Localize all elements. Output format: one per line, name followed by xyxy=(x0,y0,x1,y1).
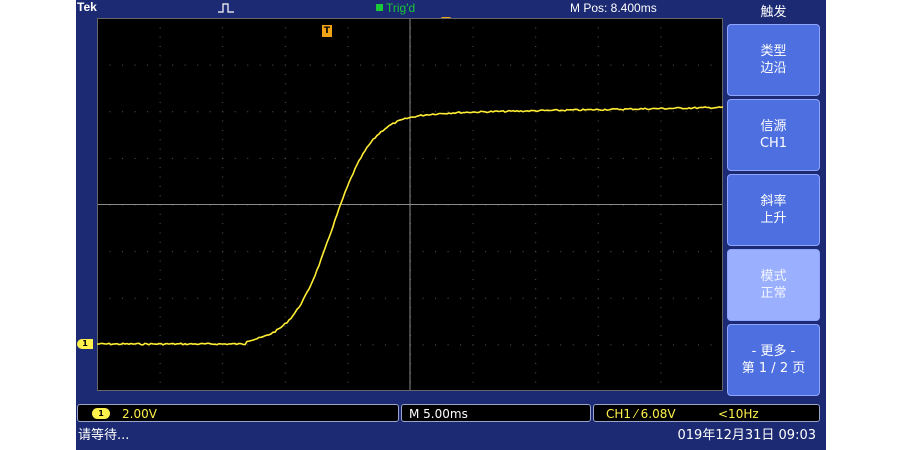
acquisition-mode-icon xyxy=(218,3,234,13)
menu-button-value: 正常 xyxy=(760,286,787,301)
graticule-and-trace xyxy=(97,18,723,391)
trigger-menu: 触发 类型 边沿 信源 CH1 斜率 上升 模式 正常 - 更多 - 第 1 /… xyxy=(725,0,822,399)
timebase-readout: M 5.00ms xyxy=(401,404,591,422)
oscilloscope-display: Tek Trig'd M Pos: 8.400ms T 1 触发 类型 边沿 信… xyxy=(76,0,826,450)
menu-button-more[interactable]: - 更多 - 第 1 / 2 页 xyxy=(727,324,820,396)
menu-button-value: 上升 xyxy=(760,211,787,226)
brand-label: Tek xyxy=(77,0,97,14)
trigger-led-icon xyxy=(376,4,383,11)
horizontal-position: M Pos: 8.400ms xyxy=(570,1,657,15)
trigger-time-marker-icon: T xyxy=(322,25,332,37)
trigger-level: CH1 ⁄ 6.08V xyxy=(606,407,676,421)
ch1-badge-icon: 1 xyxy=(92,408,110,419)
menu-button-value: CH1 xyxy=(759,136,788,151)
menu-button-slope[interactable]: 斜率 上升 xyxy=(727,174,820,246)
menu-button-label: 类型 xyxy=(760,44,787,59)
trigger-status-text: Trig'd xyxy=(386,1,416,15)
trigger-frequency: <10Hz xyxy=(718,407,759,421)
graticule-grid xyxy=(97,18,723,391)
menu-button-value: 第 1 / 2 页 xyxy=(741,361,806,376)
menu-button-mode[interactable]: 模式 正常 xyxy=(727,249,820,321)
menu-button-label: - 更多 - xyxy=(751,344,796,359)
ch1-ground-marker-icon[interactable]: 1 xyxy=(77,339,93,349)
trigger-readout-box: CH1 ⁄ 6.08V <10Hz xyxy=(593,404,820,422)
menu-button-label: 模式 xyxy=(760,269,787,284)
bottom-status-line: 请等待... 019年12月31日 09:03 xyxy=(76,425,822,447)
waveform-screen xyxy=(97,18,723,391)
date-time: 019年12月31日 09:03 xyxy=(677,428,817,443)
menu-button-value: 边沿 xyxy=(760,61,787,76)
volts-per-div: 2.00V xyxy=(122,407,157,421)
trigger-status: Trig'd xyxy=(376,1,415,15)
menu-button-source[interactable]: 信源 CH1 xyxy=(727,99,820,171)
menu-button-label: 信源 xyxy=(760,119,787,134)
menu-title: 触发 xyxy=(760,5,787,20)
menu-button-type[interactable]: 类型 边沿 xyxy=(727,24,820,96)
menu-button-label: 斜率 xyxy=(760,194,787,209)
channel-scale-readout: 1 2.00V xyxy=(77,404,399,422)
status-message: 请等待... xyxy=(78,428,130,443)
time-per-div: M 5.00ms xyxy=(409,407,468,421)
top-status-bar: Tek Trig'd M Pos: 8.400ms xyxy=(76,0,724,18)
